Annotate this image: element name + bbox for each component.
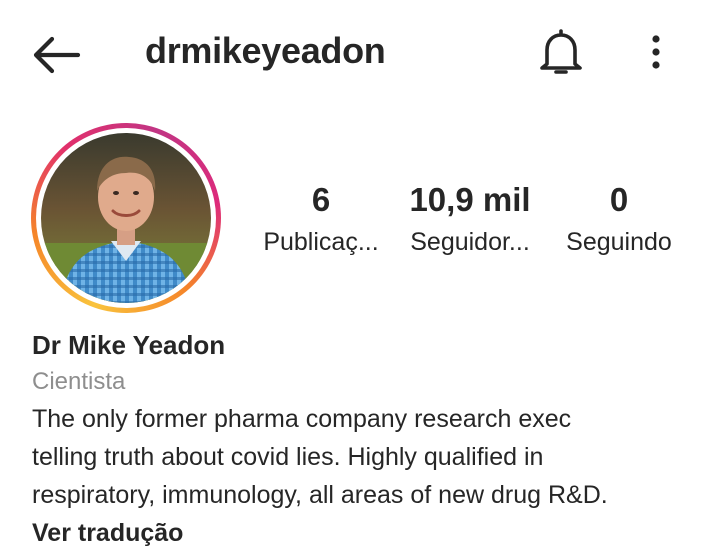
following-count: 0 [609,181,629,218]
posts-label: Publicaç... [263,228,379,256]
back-arrow-icon [33,36,81,74]
story-ring[interactable] [31,123,221,313]
bio-line: telling truth about covid lies. Highly q… [32,443,544,471]
avatar-border [36,128,216,308]
followers-stat[interactable]: 10,9 mil Seguidor... [400,180,540,264]
see-translation-link[interactable]: Ver tradução [32,514,702,550]
profile-photo [41,133,211,303]
posts-count: 6 [311,181,331,218]
bio-line: respiratory, immunology, all areas of ne… [32,481,608,509]
posts-stat[interactable]: 6 Publicaç... [252,180,390,264]
avatar [41,133,211,303]
more-vertical-icon [652,35,660,69]
category-label: Cientista [32,368,126,395]
bio-line: The only former pharma company research … [32,405,572,433]
top-bar: drmikeyeadon [0,0,720,108]
profile-screen: drmikeyeadon 6 Publicaç... 10,9 mil Segu… [0,0,720,550]
bell-icon [540,29,582,74]
more-options-button[interactable] [640,30,672,76]
followers-count: 10,9 mil [409,181,531,218]
following-stat[interactable]: 0 Seguindo [554,180,684,264]
back-button[interactable] [28,33,82,77]
profile-stats: 6 Publicaç... 10,9 mil Seguidor... 0 Seg… [250,180,690,260]
notifications-button[interactable] [536,26,586,78]
following-label: Seguindo [566,228,672,256]
followers-label: Seguidor... [410,228,530,256]
full-name: Dr Mike Yeadon [32,330,226,360]
profile-username: drmikeyeadon [145,30,386,71]
profile-bio: Dr Mike Yeadon Cientista The only former… [32,326,702,550]
